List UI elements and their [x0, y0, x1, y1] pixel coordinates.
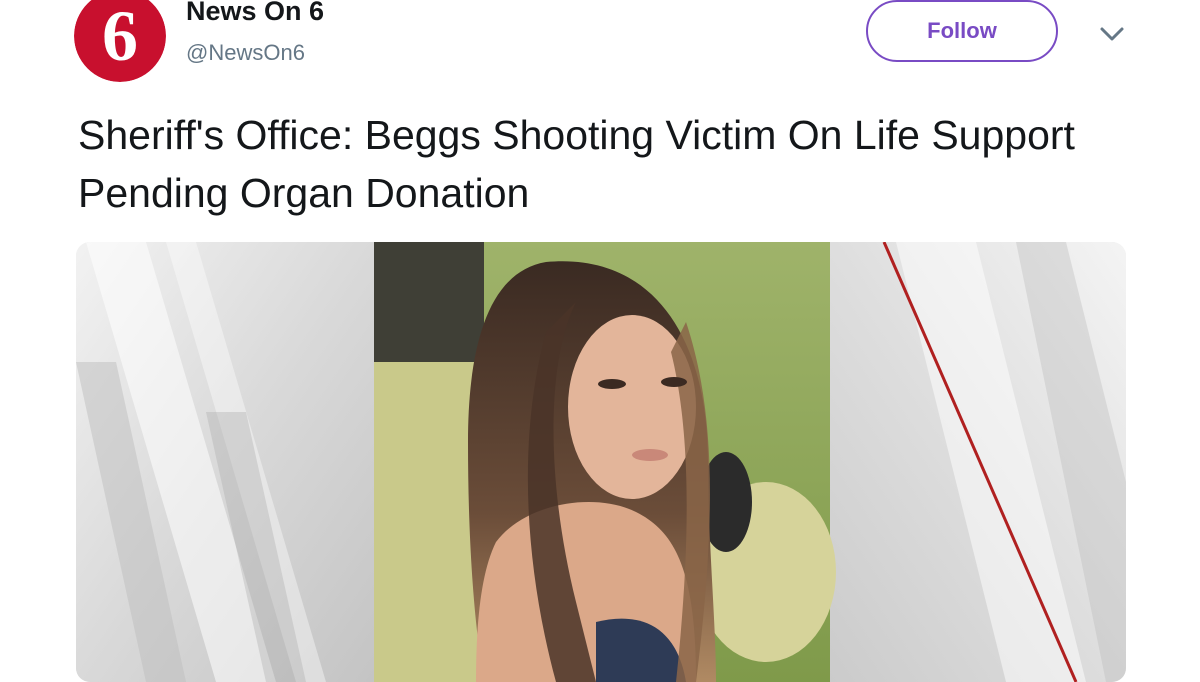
- avatar[interactable]: 6: [74, 0, 166, 82]
- follow-button[interactable]: Follow: [866, 0, 1058, 62]
- svg-text:6: 6: [102, 0, 138, 76]
- photo-image: [76, 242, 1126, 682]
- account-handle[interactable]: @NewsOn6: [186, 40, 305, 66]
- news-on-6-logo-icon: 6: [74, 0, 166, 82]
- tweet-card: 6 News On 6 @NewsOn6 Follow Sheriff's Of…: [0, 0, 1200, 682]
- display-name[interactable]: News On 6: [186, 0, 324, 27]
- tweet-photo[interactable]: [76, 242, 1126, 682]
- chevron-down-icon[interactable]: [1098, 22, 1126, 46]
- tweet-text: Sheriff's Office: Beggs Shooting Victim …: [78, 112, 1075, 216]
